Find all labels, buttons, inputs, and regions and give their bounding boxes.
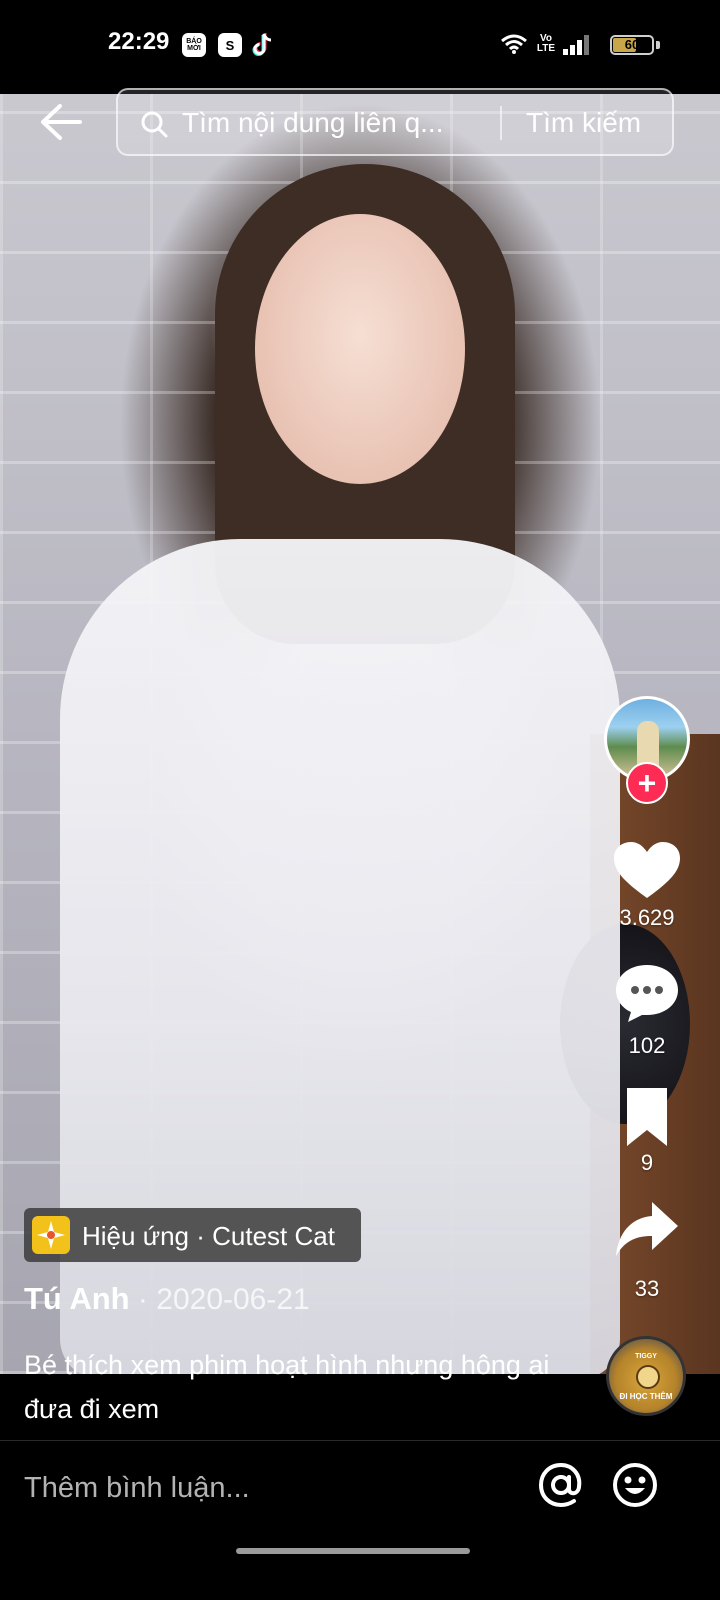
baomoi-app-icon: BÁO MỚI (182, 33, 206, 57)
battery-tip (656, 41, 660, 49)
search-divider (500, 106, 502, 140)
search-button[interactable]: Tìm kiếm (526, 107, 641, 139)
author-line: Tú Anh · 2020-06-21 (24, 1281, 310, 1317)
battery-level: 60 (624, 37, 640, 52)
home-indicator[interactable] (236, 1548, 470, 1554)
emoji-icon[interactable] (610, 1460, 660, 1510)
search-icon (141, 111, 168, 138)
comment-divider (0, 1440, 720, 1441)
alarm-clock-icon (636, 1365, 660, 1389)
comment-count: 102 (628, 1033, 666, 1058)
effect-chip[interactable]: Hiệu ứng · Cutest Cat (24, 1208, 361, 1262)
tiktok-app-icon (252, 33, 272, 56)
disc-title: TIGGY (635, 1353, 657, 1360)
share-count: 33 (634, 1276, 660, 1301)
sparkle-effect-icon (32, 1216, 70, 1254)
save-count: 9 (640, 1150, 654, 1175)
status-time: 22:29 (108, 28, 170, 55)
follow-button[interactable]: + (626, 762, 668, 804)
like-heart-icon[interactable] (612, 840, 682, 902)
wifi-icon (501, 34, 527, 54)
volte-indicator: Vo LTE (536, 33, 556, 54)
signal-icon (563, 35, 589, 55)
date-separator: · (129, 1283, 157, 1316)
disc-subtitle: ĐI HỌC THÊM (619, 1392, 673, 1401)
post-date: 2020-06-21 (156, 1283, 310, 1316)
effect-label: Hiệu ứng · Cutest Cat (82, 1221, 335, 1251)
status-bar: 22:29 BÁO MỚI S Vo LTE 60 (0, 0, 720, 94)
share-arrow-icon[interactable] (612, 1198, 682, 1260)
comment-input[interactable]: Thêm bình luận... (24, 1472, 250, 1505)
video-caption: Bé thích xem phim hoạt hình nhưng hông a… (24, 1350, 550, 1424)
music-disc[interactable]: TIGGY ĐI HỌC THÊM (606, 1336, 686, 1416)
author-name[interactable]: Tú Anh (24, 1281, 130, 1316)
search-input[interactable]: Tìm nội dung liên q... (182, 107, 443, 139)
comment-icon[interactable] (612, 962, 682, 1024)
like-count: 3.629 (619, 905, 675, 930)
person-face (255, 214, 465, 484)
shopee-app-icon: S (218, 33, 242, 57)
search-bar[interactable]: Tìm nội dung liên q... Tìm kiếm (116, 88, 674, 156)
mention-at-icon[interactable] (536, 1460, 586, 1510)
back-arrow-icon[interactable] (38, 102, 84, 142)
bookmark-icon[interactable] (612, 1086, 682, 1148)
battery-icon: 60 (610, 35, 654, 55)
